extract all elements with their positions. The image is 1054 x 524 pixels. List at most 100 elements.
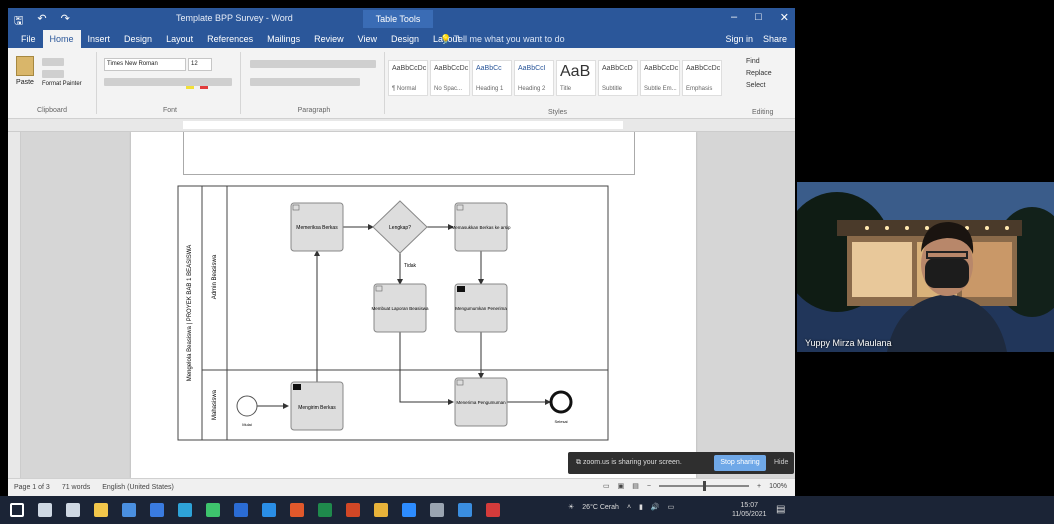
save-icon[interactable]: 🖫 (14, 12, 23, 31)
style-emphasis[interactable]: AaBbCcDc Emphasis (682, 60, 722, 96)
list-buttons[interactable] (250, 60, 376, 68)
start-icon[interactable] (10, 503, 24, 517)
font-size-select[interactable]: 12 (188, 58, 212, 71)
word-count[interactable]: 71 words (62, 484, 90, 491)
table-cell-top[interactable] (183, 132, 635, 175)
font-color-icon[interactable] (200, 76, 208, 89)
tab-insert[interactable]: Insert (81, 30, 118, 48)
volume-icon[interactable]: 🔊 (651, 503, 660, 511)
weather-text[interactable]: 26°C Cerah (582, 504, 619, 511)
quick-access-toolbar: 🖫 ↶ ↷ (14, 12, 70, 31)
tab-references[interactable]: References (200, 30, 260, 48)
editing-label: Editing (752, 109, 774, 116)
minimize-button[interactable]: – (731, 11, 737, 24)
paste-button[interactable]: Paste (14, 56, 36, 90)
explorer-icon[interactable] (94, 503, 108, 517)
zoom-level[interactable]: 100% (769, 483, 787, 490)
chrome-icon[interactable] (374, 503, 388, 517)
read-mode-icon[interactable]: ▭ (603, 482, 610, 490)
app-icon[interactable] (486, 503, 500, 517)
style-sample: AaBbCcI (518, 65, 546, 72)
close-button[interactable]: ✕ (780, 11, 789, 24)
horizontal-ruler[interactable] (8, 119, 795, 132)
clock[interactable]: 15:07 11/05/2021 (732, 501, 767, 519)
replace-button[interactable]: Replace (746, 70, 772, 77)
select-button[interactable]: Select (746, 82, 772, 89)
participant-video[interactable]: Yuppy Mirza Maulana (797, 182, 1054, 352)
cut-button[interactable] (42, 58, 64, 66)
store-icon[interactable] (122, 503, 136, 517)
bpmn-diagram[interactable]: Mengelola Beasiswa | PROYEK BAB 1 BEASIS… (177, 185, 609, 441)
find-button[interactable]: Find (746, 58, 772, 65)
powerpoint-icon[interactable] (346, 503, 360, 517)
print-layout-icon[interactable]: ▣ (618, 482, 625, 490)
tab-file[interactable]: File (14, 30, 43, 48)
redo-icon[interactable]: ↷ (61, 12, 70, 31)
participant-name: Yuppy Mirza Maulana (805, 338, 892, 348)
language-indicator[interactable]: English (United States) (102, 484, 174, 491)
office-icon[interactable] (290, 503, 304, 517)
excel-icon[interactable] (318, 503, 332, 517)
style-normal[interactable]: AaBbCcDc ¶ Normal (388, 60, 428, 96)
end-event[interactable] (549, 390, 573, 414)
web-layout-icon[interactable]: ▤ (632, 482, 639, 490)
style-name: Subtitle (602, 86, 623, 92)
undo-icon[interactable]: ↶ (37, 12, 46, 31)
search-icon[interactable] (38, 503, 52, 517)
tab-design[interactable]: Design (117, 30, 159, 48)
tab-mailings[interactable]: Mailings (260, 30, 307, 48)
whatsapp-icon[interactable] (206, 503, 220, 517)
stop-sharing-button[interactable]: Stop sharing (714, 455, 766, 471)
pool-label: Mengelola Beasiswa | PROYEK BAB 1 BEASIS… (187, 245, 193, 381)
start-event[interactable] (236, 395, 258, 417)
style-title[interactable]: AaB Title (556, 60, 596, 96)
ruler-active-area (183, 121, 623, 129)
tab-layout[interactable]: Layout (159, 30, 200, 48)
style-subtitle[interactable]: AaBbCcD Subtitle (598, 60, 638, 96)
page-count[interactable]: Page 1 of 3 (14, 484, 50, 491)
zoom-out-button[interactable]: − (647, 483, 651, 490)
document-page[interactable]: Mengelola Beasiswa | PROYEK BAB 1 BEASIS… (131, 132, 696, 478)
style-heading-1[interactable]: AaBbCc Heading 1 (472, 60, 512, 96)
styles-label: Styles (548, 109, 568, 116)
chevron-up-icon[interactable]: ˄ (627, 504, 631, 511)
tab-table-design[interactable]: Design (384, 30, 426, 48)
clock-date: 11/05/2021 (732, 511, 767, 518)
hide-button[interactable]: Hide (774, 459, 788, 466)
share-button[interactable]: Share (763, 34, 787, 44)
mail-icon[interactable] (150, 503, 164, 517)
font-name-select[interactable]: Times New Roman (104, 58, 186, 71)
copy-button[interactable] (42, 70, 64, 78)
tell-me-text: Tell me what you want to do (453, 34, 565, 44)
notification-icon[interactable]: ▤ (776, 504, 785, 515)
edge-icon[interactable] (178, 503, 192, 517)
vscode-icon[interactable] (262, 503, 276, 517)
network-icon[interactable]: ▮ (639, 503, 643, 511)
zoom-slider[interactable] (659, 481, 749, 491)
tab-review[interactable]: Review (307, 30, 351, 48)
weather-icon[interactable]: ☀ (568, 503, 574, 511)
task-view-icon[interactable] (66, 503, 80, 517)
vertical-ruler[interactable] (8, 132, 21, 478)
sign-in-link[interactable]: Sign in (725, 34, 753, 44)
style-heading-2[interactable]: AaBbCcI Heading 2 (514, 60, 554, 96)
style-no-spacing[interactable]: AaBbCcDc No Spac... (430, 60, 470, 96)
highlight-icon[interactable] (186, 76, 194, 89)
format-painter-button[interactable]: Format Painter (42, 81, 82, 87)
maximize-button[interactable]: □ (755, 11, 762, 24)
alignment-buttons[interactable] (250, 78, 360, 86)
tab-home[interactable]: Home (42, 30, 81, 48)
font-format-buttons[interactable] (104, 78, 232, 86)
ribbon-tabs: File Home Insert Design Layout Reference… (8, 30, 795, 48)
zoom-knob[interactable] (703, 481, 706, 491)
zoom-icon[interactable] (402, 503, 416, 517)
word-icon[interactable] (234, 503, 248, 517)
zoom-in-button[interactable]: + (757, 483, 761, 490)
tell-me-search[interactable]: 💡 Tell me what you want to do (440, 34, 565, 45)
video-feed-image (797, 182, 1054, 352)
settings-icon[interactable] (430, 503, 444, 517)
photos-icon[interactable] (458, 503, 472, 517)
tab-view[interactable]: View (351, 30, 384, 48)
style-subtle-emphasis[interactable]: AaBbCcDc Subtle Em... (640, 60, 680, 96)
battery-icon[interactable]: ▭ (668, 503, 675, 511)
